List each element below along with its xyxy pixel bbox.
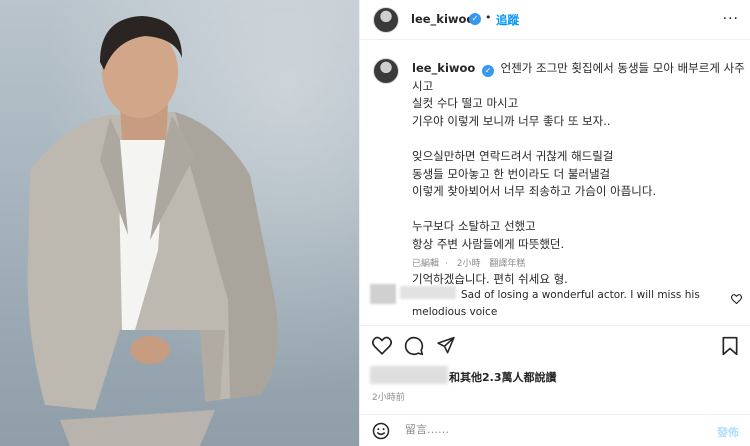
caption-line: 항상 주변 사람들에게 따뜻했던. (412, 236, 565, 251)
caption-line: 이렇게 찾아뵈어서 너무 죄송하고 가슴이 아픕니다. (412, 184, 657, 199)
caption-author-avatar[interactable] (373, 58, 399, 84)
post-caption: lee_kiwoo ✓ 언젠가 조그만 횟집에서 동생들 모아 배부르게 사주 … (412, 60, 745, 289)
smile-icon[interactable] (372, 422, 390, 440)
caption-meta: 已編輯 · 2小時 翻譯年糕 (412, 256, 531, 269)
meta-sep: · (445, 259, 448, 269)
author-avatar[interactable] (373, 7, 399, 33)
more-icon[interactable]: ··· (723, 11, 739, 27)
comment-heart-icon[interactable] (731, 294, 742, 304)
edited-label: 已編輯 (412, 259, 440, 269)
share-icon[interactable] (436, 336, 456, 355)
post-detail-panel: lee_kiwoo ✓ • 追蹤 ··· lee_kiwoo ✓ 언젠가 조그만… (359, 0, 750, 446)
liker-avatars-blurred[interactable] (370, 366, 448, 384)
caption-line: 시고 (412, 78, 434, 93)
caption-line: 기우야 이렇게 보니까 너무 좋다 또 보자.. (412, 113, 611, 128)
bookmark-icon[interactable] (721, 336, 739, 356)
separator-dot: • (485, 11, 492, 24)
commenter-avatar[interactable] (370, 284, 396, 304)
comment-text: Sad of losing a wonderful actor. I will … (412, 287, 712, 321)
comment-input[interactable] (405, 423, 665, 436)
comment-box: 發佈 (360, 414, 750, 446)
caption-line: 실컷 수다 떨고 마시고 (412, 96, 519, 111)
post-header: lee_kiwoo ✓ • 追蹤 ··· (360, 0, 750, 40)
person-figure (27, 16, 278, 446)
verified-icon: ✓ (469, 13, 481, 25)
comment-line: melodious voice (412, 306, 498, 318)
comment-line: Sad of losing a wonderful actor. I will … (461, 289, 700, 301)
comment-icon[interactable] (404, 336, 424, 356)
follow-button[interactable]: 追蹤 (496, 12, 519, 28)
author-username[interactable]: lee_kiwoo (411, 12, 474, 26)
verified-icon: ✓ (481, 65, 494, 77)
heart-icon[interactable] (372, 336, 392, 355)
post-time[interactable]: 2小時前 (372, 390, 405, 403)
caption-line: 누구보다 소탈하고 선했고 (412, 219, 536, 234)
caption-line: 언젠가 조그만 횟집에서 동생들 모아 배부르게 사주 (500, 61, 745, 75)
translate-link[interactable]: 翻譯年糕 (489, 259, 525, 269)
likes-count[interactable]: 和其他2.3萬人都說讚 (449, 369, 557, 385)
caption-line: 동생들 모아놓고 한 번이라도 더 불러낼걸 (412, 166, 611, 181)
post-photo[interactable] (0, 0, 359, 446)
caption-username[interactable]: lee_kiwoo (412, 61, 475, 75)
caption-line: 잊으실만하면 연락드려서 귀찮게 해드릴걸 (412, 148, 614, 163)
post-comment-button[interactable]: 發佈 (717, 424, 739, 440)
caption-time[interactable]: 2小時 (457, 259, 481, 269)
action-bar (360, 325, 750, 365)
